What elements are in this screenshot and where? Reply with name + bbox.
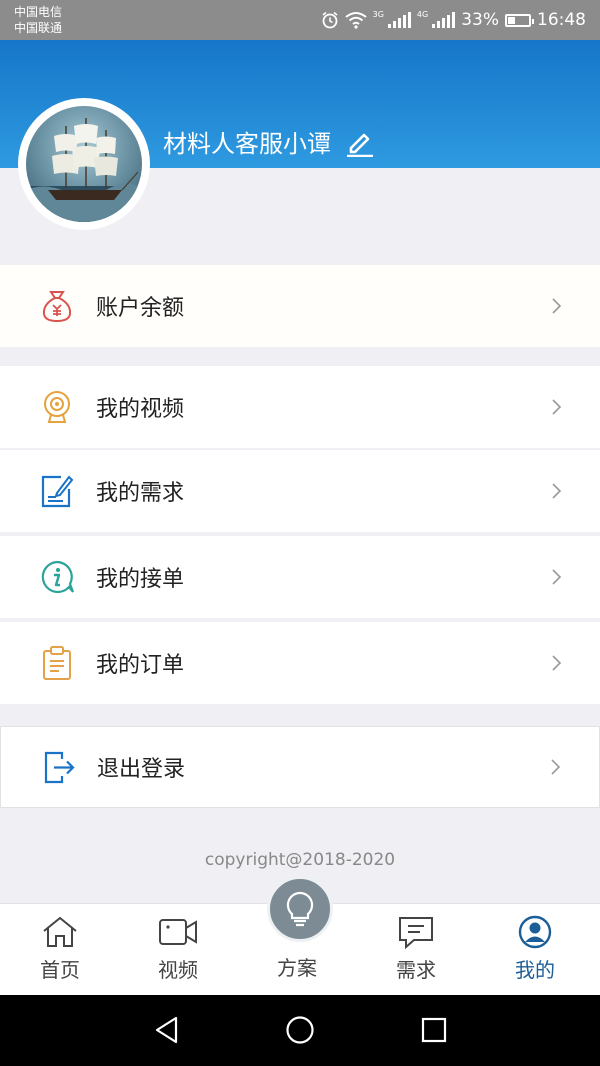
video-camera-icon <box>159 919 197 945</box>
tab-mine[interactable]: 我的 <box>475 904 595 996</box>
tab-label-video: 视频 <box>158 958 198 982</box>
menu-item-balance[interactable]: 账户余额 <box>0 265 600 347</box>
user-name: 材料人客服小谭 <box>163 130 331 158</box>
chevron-right-icon <box>552 399 562 415</box>
tab-label-home: 首页 <box>40 958 80 982</box>
message-icon <box>399 917 433 950</box>
avatar[interactable] <box>18 98 150 230</box>
wifi-icon <box>344 12 367 29</box>
carrier-info: 中国电信 中国联通 <box>14 4 62 36</box>
tab-video[interactable]: 视频 <box>118 904 238 996</box>
menu-label-balance: 账户余额 <box>96 296 185 321</box>
network-type-1: 3G <box>372 9 384 19</box>
menu-label-accepted: 我的接单 <box>96 567 185 592</box>
plan-center-button[interactable] <box>267 876 333 942</box>
battery-level <box>508 16 516 24</box>
webcam-icon <box>38 388 76 426</box>
lightbulb-icon <box>286 891 314 927</box>
edit-document-icon <box>38 472 76 510</box>
recent-apps-icon[interactable] <box>419 1015 449 1045</box>
status-indicators: 3G 4G 33% 16:48 <box>321 8 586 32</box>
tab-label-mine: 我的 <box>515 958 555 982</box>
chevron-right-icon <box>552 569 562 585</box>
avatar-image <box>26 106 142 222</box>
chevron-right-icon <box>552 298 562 314</box>
tab-label-demand: 需求 <box>396 958 436 982</box>
menu-item-requests[interactable]: 我的需求 <box>0 450 600 532</box>
logout-icon <box>39 748 77 786</box>
clock: 16:48 <box>537 10 586 30</box>
user-icon <box>518 915 552 949</box>
profile-page: 中国电信 中国联通 3G 4G 33% 16:48 材料人客服小谭 账户余额 我… <box>0 0 600 1066</box>
menu-item-orders[interactable]: 我的订单 <box>0 622 600 704</box>
copyright-text: copyright@2018-2020 <box>204 850 396 870</box>
tab-demand[interactable]: 需求 <box>356 904 476 996</box>
signal-icon <box>387 12 411 28</box>
menu-item-logout[interactable]: 退出登录 <box>0 726 600 808</box>
user-name-row: 材料人客服小谭 <box>163 124 375 159</box>
clipboard-icon <box>38 644 76 682</box>
alarm-icon <box>322 11 338 29</box>
battery-icon <box>505 13 534 27</box>
menu-label-logout: 退出登录 <box>97 757 186 782</box>
menu-label-videos: 我的视频 <box>96 397 185 422</box>
carrier-1: 中国电信 <box>14 5 63 19</box>
money-bag-icon <box>38 287 76 325</box>
menu-item-accepted[interactable]: 我的接单 <box>0 536 600 618</box>
network-type-2: 4G <box>416 9 429 19</box>
tab-home[interactable]: 首页 <box>0 904 120 996</box>
menu-label-requests: 我的需求 <box>96 481 185 506</box>
menu-label-orders: 我的订单 <box>96 653 185 678</box>
back-icon[interactable] <box>152 1015 182 1045</box>
status-bar: 中国电信 中国联通 3G 4G 33% 16:48 <box>0 0 600 40</box>
home-nav-icon[interactable] <box>285 1015 315 1045</box>
chevron-right-icon <box>552 655 562 671</box>
battery-percent: 33% <box>461 10 499 30</box>
info-chat-icon <box>38 558 76 596</box>
carrier-2: 中国联通 <box>14 21 63 35</box>
menu-item-videos[interactable]: 我的视频 <box>0 366 600 448</box>
tab-label-plan: 方案 <box>277 956 317 980</box>
pencil-icon[interactable] <box>345 127 375 157</box>
sailing-ship-picture <box>26 118 142 222</box>
system-navigation-bar <box>0 995 600 1066</box>
signal-icon-2 <box>432 12 456 28</box>
chevron-right-icon <box>552 483 562 499</box>
home-icon <box>43 916 77 947</box>
chevron-right-icon <box>551 759 561 775</box>
